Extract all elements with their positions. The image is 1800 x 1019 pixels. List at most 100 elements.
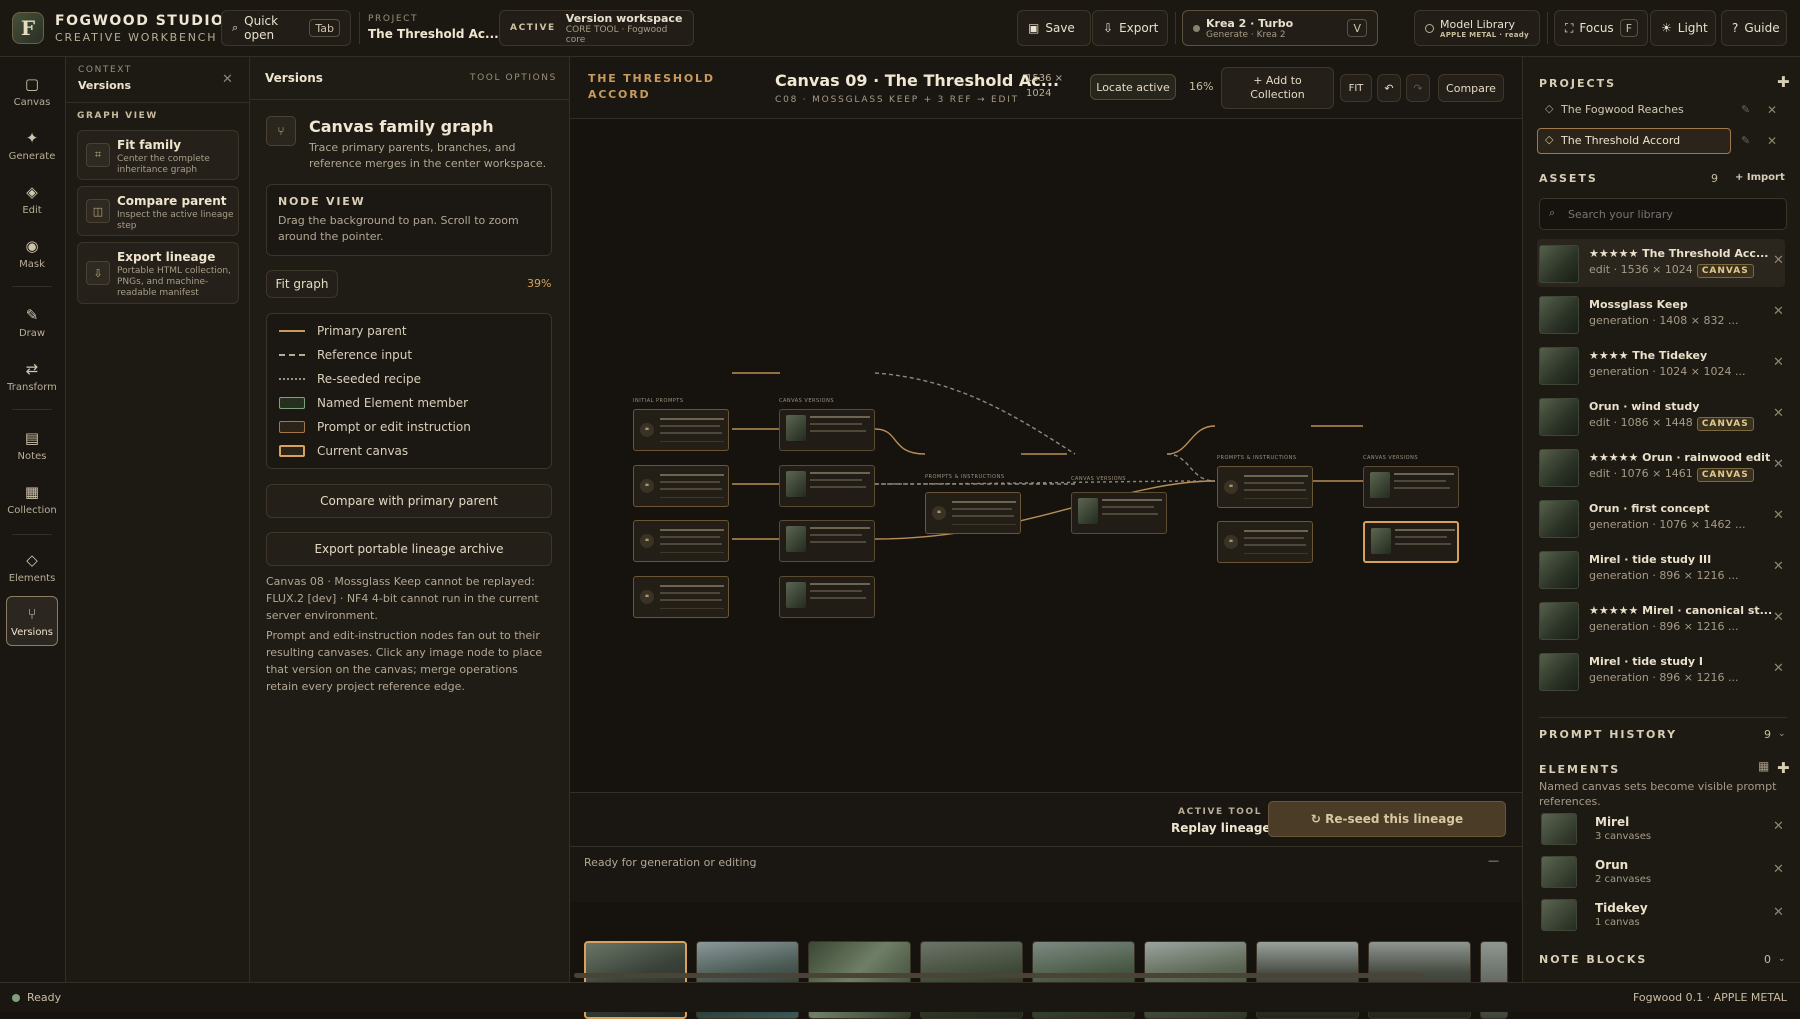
remove-asset-icon[interactable]: ✕: [1773, 508, 1784, 523]
asset-item[interactable]: Orun · first concept generation · 1076 × …: [1537, 494, 1785, 542]
project-item[interactable]: ◇ The Fogwood Reaches: [1537, 97, 1731, 123]
rename-icon[interactable]: ✎: [1741, 134, 1750, 147]
collapse-button[interactable]: —: [1488, 854, 1499, 867]
prompt-node[interactable]: ❝: [633, 409, 729, 451]
save-label: Save: [1045, 21, 1075, 35]
remove-asset-icon[interactable]: ✕: [1773, 406, 1784, 421]
compare-primary-parent-button[interactable]: Compare with primary parent: [266, 484, 552, 518]
model-library-button[interactable]: Model Library APPLE METAL · ready: [1414, 10, 1540, 46]
quick-open-button[interactable]: ⌕ Quick open Tab: [221, 10, 351, 46]
note-blocks-heading[interactable]: NOTE BLOCKS: [1539, 953, 1647, 966]
filmstrip-scrollbar[interactable]: [574, 973, 1424, 978]
remove-element-icon[interactable]: ✕: [1773, 819, 1784, 834]
sun-icon: ☀: [1661, 21, 1672, 35]
element-item[interactable]: Orun 2 canvases ✕: [1539, 852, 1789, 892]
canvas-version-node[interactable]: [779, 409, 875, 451]
export-button[interactable]: ⇩ Export: [1092, 10, 1168, 46]
canvas-version-node[interactable]: [779, 520, 875, 562]
element-thumbnail: [1541, 856, 1577, 888]
remove-element-icon[interactable]: ✕: [1773, 905, 1784, 920]
add-project-icon[interactable]: ✚: [1777, 73, 1790, 91]
prompt-history-heading[interactable]: PROMPT HISTORY: [1539, 728, 1677, 741]
tool-options-tab[interactable]: TOOL OPTIONS: [470, 73, 557, 83]
save-button[interactable]: ▣ Save: [1017, 10, 1091, 46]
prompt-node[interactable]: ❝: [633, 576, 729, 618]
project-item-active[interactable]: ◇ The Threshold Accord: [1537, 128, 1731, 154]
compare-parent-card[interactable]: ◫ Compare parent Inspect the active line…: [77, 186, 239, 236]
add-to-collection-button[interactable]: + Add to Collection: [1221, 67, 1334, 109]
asset-item[interactable]: ★★★★★ The Threshold Acc... edit · 1536 × …: [1537, 239, 1785, 287]
remove-asset-icon[interactable]: ✕: [1773, 304, 1784, 319]
compare-button[interactable]: Compare: [1438, 74, 1504, 102]
nav-draw[interactable]: ✎ Draw: [6, 297, 58, 347]
canvas-version-node[interactable]: [1363, 466, 1459, 508]
edit-instruction-node[interactable]: ❝: [925, 492, 1021, 534]
nav-collection[interactable]: ▦ Collection: [6, 474, 58, 524]
versions-panel: Versions TOOL OPTIONS ⑂ Canvas family gr…: [250, 57, 570, 982]
edit-instruction-node[interactable]: ❝: [1217, 521, 1313, 563]
light-mode-button[interactable]: ☀ Light: [1650, 10, 1716, 46]
remove-asset-icon[interactable]: ✕: [1773, 355, 1784, 370]
import-button[interactable]: + Import: [1735, 172, 1785, 183]
remove-asset-icon[interactable]: ✕: [1773, 661, 1784, 676]
nav-versions[interactable]: ⑂ Versions: [6, 596, 58, 646]
remove-asset-icon[interactable]: ✕: [1773, 253, 1784, 268]
nav-transform[interactable]: ⇄ Transform: [6, 351, 58, 401]
context-label: CONTEXT: [78, 65, 132, 75]
prompt-node[interactable]: ❝: [633, 520, 729, 562]
active-tool-chip[interactable]: ACTIVE Version workspace CORE TOOL · Fog…: [499, 10, 694, 46]
nav-edit[interactable]: ◈ Edit: [6, 174, 58, 224]
search-input[interactable]: [1568, 205, 1778, 223]
lineage-graph[interactable]: INITIAL PROMPTS CANVAS VERSIONS PROMPTS …: [570, 119, 1522, 792]
element-item[interactable]: Mirel 3 canvases ✕: [1539, 809, 1789, 849]
asset-item[interactable]: Mirel · tide study III generation · 896 ×…: [1537, 545, 1785, 593]
asset-item[interactable]: ★★★★★ Orun · rainwood edit edit · 1076 × …: [1537, 443, 1785, 491]
reseed-lineage-button[interactable]: ↻ Re-seed this lineage: [1268, 801, 1506, 837]
model-selector[interactable]: Krea 2 · Turbo Generate · Krea 2 V: [1182, 10, 1378, 46]
asset-item[interactable]: Mirel · tide study I generation · 896 × 1…: [1537, 647, 1785, 695]
remove-element-icon[interactable]: ✕: [1773, 862, 1784, 877]
export-lineage-card[interactable]: ⇩ Export lineage Portable HTML collectio…: [77, 242, 239, 304]
nav-generate[interactable]: ✦ Generate: [6, 120, 58, 170]
asset-item[interactable]: ★★★★ The Tidekey generation · 1024 × 1024…: [1537, 341, 1785, 389]
canvas-version-node[interactable]: [1071, 492, 1167, 534]
fit-family-card[interactable]: ⌗ Fit family Center the complete inherit…: [77, 130, 239, 180]
element-item[interactable]: Tidekey 1 canvas ✕: [1539, 895, 1789, 935]
nav-elements[interactable]: ◇ Elements: [6, 542, 58, 592]
delete-project-icon[interactable]: ✕: [1767, 103, 1777, 117]
canvas-version-node[interactable]: [779, 465, 875, 507]
grid-icon[interactable]: ▦: [1758, 759, 1769, 773]
close-icon[interactable]: ✕: [222, 72, 233, 87]
nav-canvas[interactable]: ▢ Canvas: [6, 66, 58, 116]
project-switcher[interactable]: PROJECT The Threshold Ac...: [368, 14, 499, 41]
asset-item[interactable]: ★★★★★ Mirel · canonical st... generation …: [1537, 596, 1785, 644]
rename-icon[interactable]: ✎: [1741, 103, 1750, 116]
redo-button[interactable]: ↷: [1406, 74, 1430, 102]
focus-button[interactable]: ⛶ Focus F: [1554, 10, 1648, 46]
canvas-version-node[interactable]: [779, 576, 875, 618]
prompt-node[interactable]: ❝: [633, 465, 729, 507]
thumbnail: [786, 471, 806, 497]
undo-button[interactable]: ↶: [1377, 74, 1401, 102]
nav-notes[interactable]: ▤ Notes: [6, 420, 58, 470]
fit-button[interactable]: FIT: [1340, 74, 1372, 102]
chevron-down-icon[interactable]: ⌄: [1778, 729, 1786, 739]
search-icon: ⌕: [232, 21, 239, 34]
asset-item[interactable]: Mossglass Keep generation · 1408 × 832 ..…: [1537, 290, 1785, 338]
library-search[interactable]: ⌕: [1539, 198, 1787, 230]
export-lineage-archive-button[interactable]: Export portable lineage archive: [266, 532, 552, 566]
chevron-down-icon[interactable]: ⌄: [1778, 954, 1786, 964]
edit-instruction-node[interactable]: ❝: [1217, 466, 1313, 508]
remove-asset-icon[interactable]: ✕: [1773, 457, 1784, 472]
delete-project-icon[interactable]: ✕: [1767, 134, 1777, 148]
nav-mask[interactable]: ◉ Mask: [6, 228, 58, 278]
remove-asset-icon[interactable]: ✕: [1773, 559, 1784, 574]
guide-button[interactable]: ? Guide: [1721, 10, 1787, 46]
asset-item[interactable]: Orun · wind study edit · 1086 × 1448 CANVA…: [1537, 392, 1785, 440]
model-sub: Generate · Krea 2: [1206, 29, 1286, 40]
locate-active-button[interactable]: Locate active: [1090, 74, 1176, 100]
remove-asset-icon[interactable]: ✕: [1773, 610, 1784, 625]
add-element-icon[interactable]: ✚: [1777, 759, 1790, 777]
current-canvas-node[interactable]: [1363, 521, 1459, 563]
fit-graph-button[interactable]: Fit graph: [266, 270, 338, 298]
